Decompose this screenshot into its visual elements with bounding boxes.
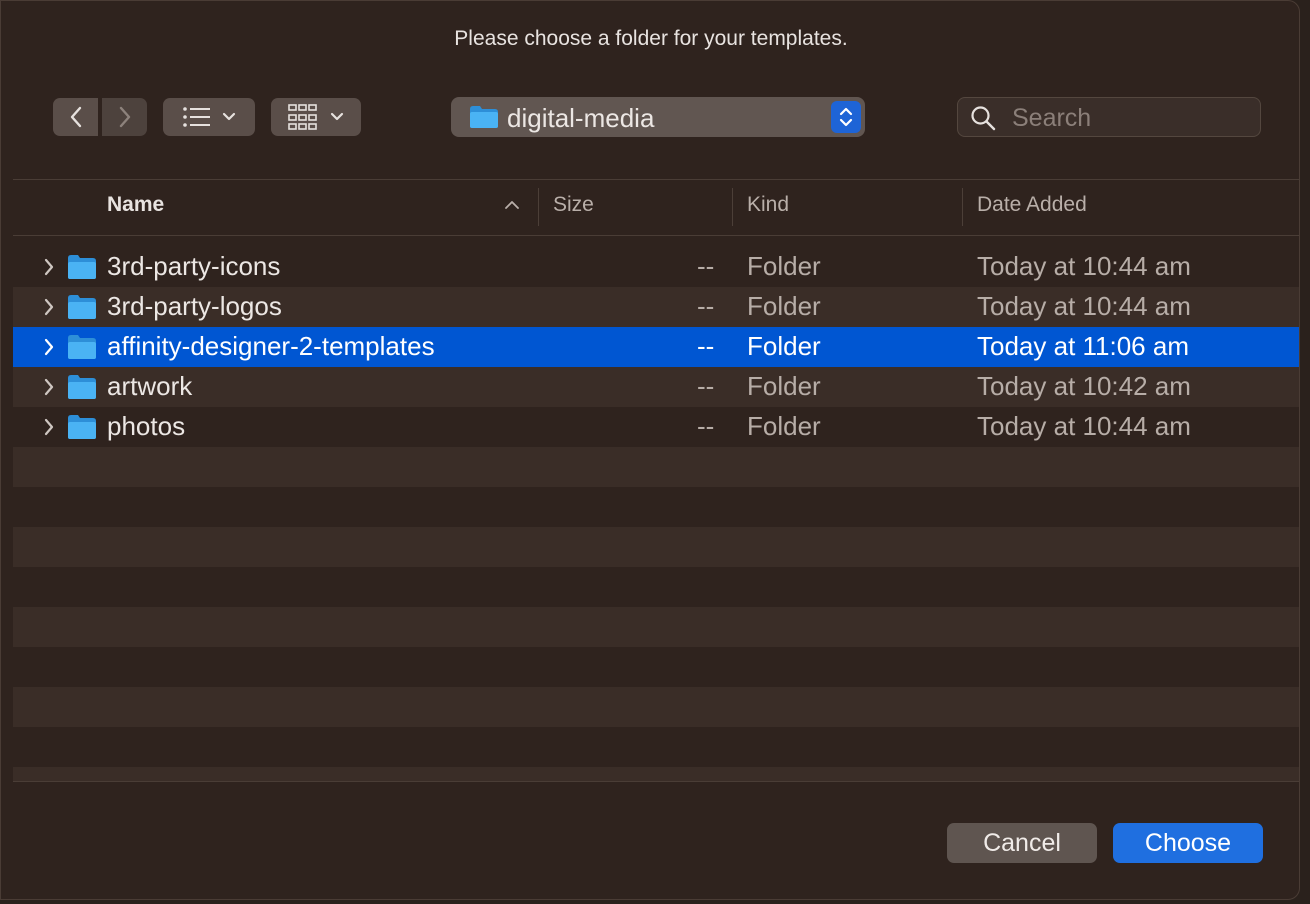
search-icon (971, 106, 996, 131)
column-header-date-added[interactable]: Date Added (977, 193, 1087, 217)
empty-row (13, 647, 1299, 687)
empty-row (13, 567, 1299, 607)
empty-row (13, 727, 1299, 767)
cancel-button[interactable]: Cancel (947, 823, 1097, 863)
row-name: photos (107, 411, 186, 441)
popup-stepper[interactable] (831, 101, 861, 133)
search-input[interactable] (1010, 102, 1254, 134)
row-name: 3rd-party-icons (107, 251, 281, 281)
folder-icon (470, 106, 498, 128)
folder-icon (68, 335, 96, 359)
view-mode-button[interactable] (163, 98, 255, 136)
column-separator (962, 188, 963, 226)
table-row[interactable]: 3rd-party-logos -- Folder Today at 10:44… (13, 287, 1299, 327)
folder-icon (68, 415, 96, 439)
row-date: Today at 10:42 am (977, 371, 1191, 401)
choose-button[interactable]: Choose (1113, 823, 1263, 863)
folder-icon (68, 375, 96, 399)
column-separator (732, 188, 733, 226)
row-size: -- (697, 291, 715, 321)
row-size: -- (697, 371, 715, 401)
empty-row (13, 447, 1299, 487)
row-date: Today at 10:44 am (977, 411, 1191, 441)
row-size: -- (697, 411, 715, 441)
disclosure-chevron-icon[interactable] (43, 418, 55, 436)
row-name: 3rd-party-logos (107, 291, 282, 321)
up-down-arrows-icon (839, 107, 853, 127)
row-kind: Folder (747, 291, 821, 321)
sort-ascending-icon (505, 201, 519, 209)
row-kind: Folder (747, 331, 821, 361)
table-row[interactable]: artwork -- Folder Today at 10:42 am (13, 367, 1299, 407)
empty-row (13, 607, 1299, 647)
row-kind: Folder (747, 411, 821, 441)
column-separator (538, 188, 539, 226)
table-row-selected[interactable]: affinity-designer-2-templates -- Folder … (13, 327, 1299, 367)
column-header-size[interactable]: Size (553, 193, 594, 217)
row-kind: Folder (747, 371, 821, 401)
navigation-buttons (53, 98, 147, 136)
list-view-icon (183, 107, 210, 127)
chevron-down-icon (222, 112, 236, 121)
toolbar-divider (13, 179, 1299, 180)
folder-icon (68, 295, 96, 319)
row-name: affinity-designer-2-templates (107, 331, 435, 361)
column-header-name[interactable]: Name (107, 193, 164, 217)
chevron-left-icon (70, 106, 81, 128)
row-kind: Folder (747, 251, 821, 281)
location-popup[interactable]: digital-media (451, 97, 865, 137)
disclosure-chevron-icon[interactable] (43, 338, 55, 356)
table-row[interactable]: 3rd-party-icons -- Folder Today at 10:44… (13, 247, 1299, 287)
disclosure-chevron-icon[interactable] (43, 378, 55, 396)
file-chooser-dialog: Please choose a folder for your template… (0, 0, 1300, 900)
search-field[interactable] (957, 97, 1261, 137)
file-list: 3rd-party-icons -- Folder Today at 10:44… (13, 247, 1299, 781)
footer-divider (13, 781, 1299, 782)
current-folder-label: digital-media (507, 103, 655, 133)
icon-grid-view-icon (288, 104, 317, 130)
dialog-prompt: Please choose a folder for your template… (454, 27, 848, 50)
disclosure-chevron-icon[interactable] (43, 298, 55, 316)
empty-row (13, 687, 1299, 727)
empty-row (13, 487, 1299, 527)
header-divider (13, 235, 1299, 236)
forward-button[interactable] (102, 98, 147, 136)
row-date: Today at 11:06 am (977, 331, 1189, 361)
chevron-right-icon (119, 106, 130, 128)
row-size: -- (697, 251, 715, 281)
folder-icon (68, 255, 96, 279)
chevron-down-icon (330, 112, 344, 121)
back-button[interactable] (53, 98, 98, 136)
empty-row (13, 527, 1299, 567)
row-date: Today at 10:44 am (977, 291, 1191, 321)
table-row[interactable]: photos -- Folder Today at 10:44 am (13, 407, 1299, 447)
empty-row (13, 767, 1299, 781)
row-size: -- (697, 331, 715, 361)
row-date: Today at 10:44 am (977, 251, 1191, 281)
column-header-kind[interactable]: Kind (747, 193, 789, 217)
group-by-button[interactable] (271, 98, 361, 136)
row-name: artwork (107, 371, 193, 401)
disclosure-chevron-icon[interactable] (43, 258, 55, 276)
